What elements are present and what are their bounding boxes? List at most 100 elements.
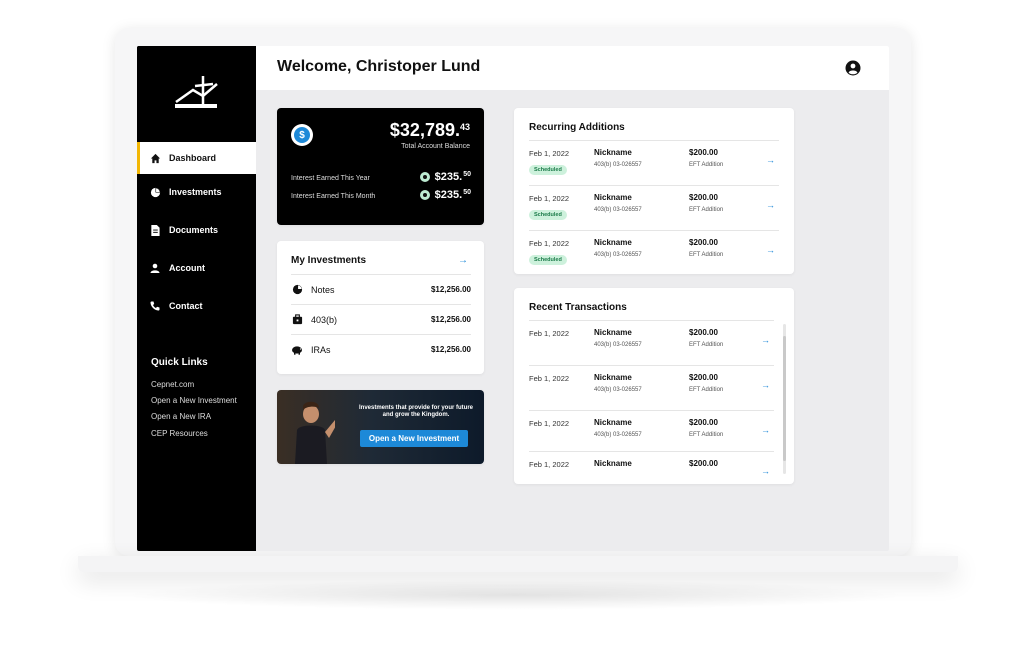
quick-link-cepnet[interactable]: Cepnet.com [151, 380, 194, 389]
tx-nickname: Nickname [594, 373, 632, 382]
investment-row-403b[interactable]: 403(b) $12,256.00 [291, 304, 471, 334]
header: Welcome, Christoper Lund [256, 46, 889, 90]
tx-account: 403(b) 03-026557 [594, 252, 642, 258]
interest-year-label: Interest Earned This Year [291, 175, 370, 182]
tx-type: EFT Addition [689, 342, 724, 348]
tx-amount: $200.00 [689, 418, 718, 427]
user-icon [149, 262, 161, 274]
quick-links-title: Quick Links [151, 357, 208, 368]
tx-account: 403(b) 03-026557 [594, 432, 642, 438]
tx-nickname: Nickname [594, 238, 632, 247]
tx-date: Feb 1, 2022 [529, 329, 570, 338]
tx-nickname: Nickname [594, 328, 632, 337]
tx-amount: $200.00 [689, 328, 718, 337]
sidebar-item-label: Dashboard [169, 153, 217, 163]
tx-amount: $200.00 [689, 238, 718, 247]
recent-transactions-card: Recent Transactions Feb 1, 2022 Nickname… [514, 288, 794, 484]
interest-month-row: Interest Earned This Month $235. 50 [291, 189, 471, 202]
arrow-right-icon[interactable]: → [458, 255, 468, 266]
transaction-row[interactable]: Feb 1, 2022 Nickname 403(b) 03-026557 $2… [529, 320, 774, 365]
promo-banner: Investments that provide for your future… [277, 390, 484, 464]
cep-logo-icon [175, 76, 218, 108]
tx-type: EFT Addition [689, 387, 724, 393]
quick-link-cep-resources[interactable]: CEP Resources [151, 429, 208, 438]
arrow-right-icon[interactable]: → [761, 335, 770, 345]
account-avatar-icon[interactable] [845, 60, 861, 76]
sidebar-item-investments[interactable]: Investments [137, 176, 256, 208]
investment-row-notes[interactable]: Notes $12,256.00 [291, 274, 471, 304]
tx-amount: $200.00 [689, 148, 718, 157]
recurring-row[interactable]: Feb 1, 2022 Scheduled Nickname 403(b) 03… [529, 230, 779, 275]
sidebar-item-label: Documents [169, 225, 219, 235]
recurring-row[interactable]: Feb 1, 2022 Scheduled Nickname 403(b) 03… [529, 185, 779, 230]
laptop-base [78, 556, 958, 572]
tx-account: 403(b) 03-026557 [594, 342, 642, 348]
quick-link-new-investment[interactable]: Open a New Investment [151, 396, 237, 405]
tx-account: 403(b) 03-026557 [594, 207, 642, 213]
investment-amount: $12,256.00 [430, 285, 471, 294]
device-shadow [120, 580, 910, 610]
logo[interactable] [137, 46, 256, 142]
arrow-right-icon[interactable]: → [766, 200, 775, 210]
tx-date: Feb 1, 2022 [529, 149, 570, 158]
investment-amount: $12,256.00 [430, 315, 471, 324]
dollar-icon: $ [291, 124, 313, 146]
total-balance: $32,789.43 [389, 120, 470, 140]
transaction-row[interactable]: Feb 1, 2022 Nickname 403(b) 03-026557 $2… [529, 410, 774, 455]
sidebar-item-contact[interactable]: Contact [137, 290, 256, 322]
status-badge: Scheduled [529, 165, 567, 175]
arrow-right-icon[interactable]: → [761, 466, 770, 476]
investment-label: Notes [311, 284, 335, 295]
open-new-investment-button[interactable]: Open a New Investment [360, 430, 468, 447]
interest-year-value: $235. 50 [419, 171, 471, 183]
tx-type: EFT Addition [689, 207, 724, 213]
arrow-right-icon[interactable]: → [761, 380, 770, 390]
sidebar-item-account[interactable]: Account [137, 252, 256, 284]
app-screen: Dashboard Investments Documents Account … [137, 46, 889, 551]
investment-row-iras[interactable]: IRAs $12,256.00 [291, 334, 471, 364]
up-indicator-icon [419, 172, 430, 182]
sidebar-item-label: Contact [169, 301, 203, 311]
tx-type: EFT Addition [689, 162, 724, 168]
my-investments-title: My Investments [291, 255, 367, 266]
interest-year-row: Interest Earned This Year $235. 50 [291, 171, 471, 184]
arrow-right-icon[interactable]: → [766, 245, 775, 255]
phone-icon [149, 300, 161, 312]
transaction-row[interactable]: Feb 1, 2022 Nickname $200.00 → [529, 451, 774, 481]
sidebar-item-label: Account [169, 263, 205, 273]
investment-amount: $12,256.00 [430, 345, 471, 354]
sidebar-item-dashboard[interactable]: Dashboard [137, 142, 256, 174]
arrow-right-icon[interactable]: → [766, 155, 775, 165]
piggy-bank-icon [291, 344, 303, 356]
recurring-row[interactable]: Feb 1, 2022 Scheduled Nickname 403(b) 03… [529, 140, 779, 185]
tx-date: Feb 1, 2022 [529, 419, 570, 428]
promo-text: Investments that provide for your future… [358, 405, 473, 419]
sidebar: Dashboard Investments Documents Account … [137, 46, 256, 551]
pie-chart-icon [149, 186, 161, 198]
tx-amount: $200.00 [689, 193, 718, 202]
interest-month-value: $235. 50 [419, 189, 471, 201]
arrow-right-icon[interactable]: → [761, 425, 770, 435]
scrollbar[interactable] [783, 324, 786, 474]
tx-nickname: Nickname [594, 193, 632, 202]
interest-month-label: Interest Earned This Month [291, 193, 376, 200]
tx-date: Feb 1, 2022 [529, 460, 570, 469]
tx-nickname: Nickname [594, 148, 632, 157]
tx-account: 403(b) 03-026557 [594, 162, 642, 168]
tx-amount: $200.00 [689, 373, 718, 382]
briefcase-icon [291, 314, 303, 326]
recent-transactions-title: Recent Transactions [529, 302, 627, 313]
tx-account: 403(b) 03-026557 [594, 387, 642, 393]
investment-label: 403(b) [311, 314, 338, 325]
recurring-additions-card: Recurring Additions Feb 1, 2022 Schedule… [514, 108, 794, 274]
transaction-row[interactable]: Feb 1, 2022 Nickname 403(b) 03-026557 $2… [529, 365, 774, 410]
scrollbar-thumb[interactable] [783, 336, 786, 461]
quick-link-new-ira[interactable]: Open a New IRA [151, 412, 211, 421]
pie-chart-icon [291, 284, 303, 296]
tx-type: EFT Addition [689, 252, 724, 258]
tx-date: Feb 1, 2022 [529, 374, 570, 383]
home-icon [149, 152, 161, 164]
tx-date: Feb 1, 2022 [529, 239, 570, 248]
sidebar-item-documents[interactable]: Documents [137, 214, 256, 246]
tx-amount: $200.00 [689, 459, 718, 468]
